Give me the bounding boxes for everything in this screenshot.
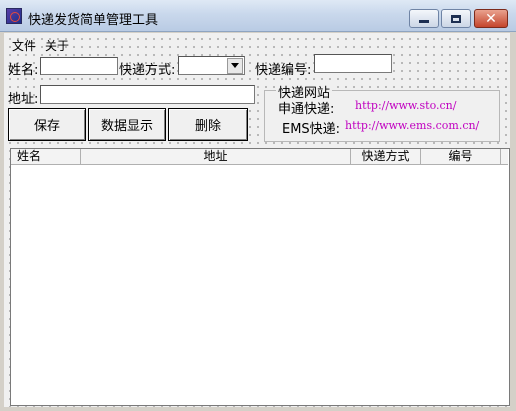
sto-label: 申通快递: [278,102,335,117]
show-data-button[interactable]: 数据显示 [88,108,166,141]
minimize-button[interactable] [409,9,439,28]
courier-label: 快递方式: [119,63,176,78]
records-list[interactable] [10,148,510,406]
save-button[interactable]: 保存 [8,108,86,141]
column-header-filler [501,149,508,165]
address-input[interactable] [40,85,255,104]
menu-about[interactable]: 关于 [45,37,69,54]
address-label: 地址: [8,92,39,107]
number-label: 快递编号: [255,63,312,78]
number-input[interactable] [314,54,392,73]
window-title: 快递发货简单管理工具 [28,13,159,28]
close-icon: ✕ [485,10,497,27]
menu-file[interactable]: 文件 [12,37,36,54]
column-header-courier[interactable]: 快递方式 [351,149,421,165]
name-input[interactable] [40,57,118,75]
ems-link[interactable]: http://www.ems.com.cn/ [345,119,479,132]
chevron-down-icon[interactable] [227,57,243,74]
delete-button[interactable]: 删除 [168,108,248,141]
courier-select[interactable] [178,56,245,75]
ems-label: EMS快递: [282,122,341,137]
app-icon[interactable] [6,8,22,24]
minimize-icon [419,20,429,23]
name-label: 姓名: [8,63,39,78]
close-button[interactable]: ✕ [474,9,508,28]
column-header-address[interactable]: 地址 [81,149,351,165]
maximize-icon [451,14,461,23]
maximize-button[interactable] [441,9,471,28]
sto-link[interactable]: http://www.sto.cn/ [355,99,456,112]
column-header-number[interactable]: 编号 [421,149,501,165]
column-header-name[interactable]: 姓名 [11,149,81,165]
list-header: 姓名 地址 快递方式 编号 [11,149,508,165]
